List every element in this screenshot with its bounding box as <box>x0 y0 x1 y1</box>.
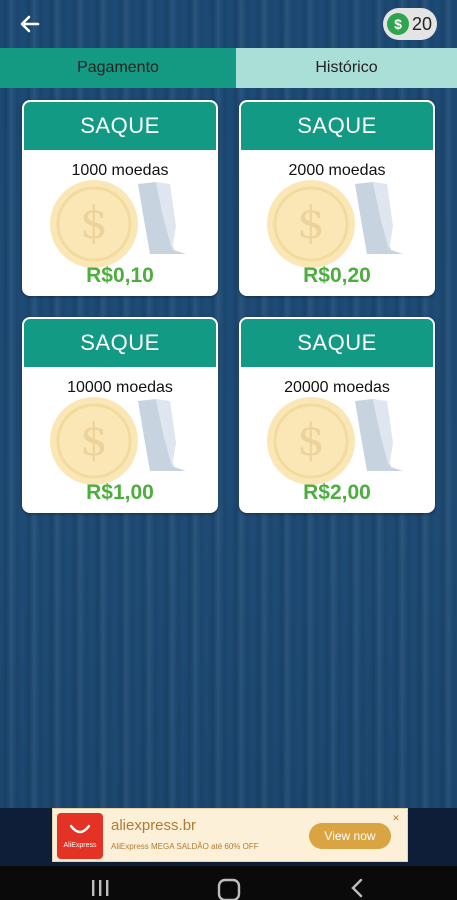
coin-balance-badge[interactable]: $ 20 <box>383 8 437 40</box>
arrow-left-icon <box>20 15 40 33</box>
coin-illustration-icon: $ <box>267 397 403 485</box>
ad-title: aliexpress.br <box>111 817 197 834</box>
smile-icon <box>69 824 91 833</box>
card-price: R$0,10 <box>86 264 154 287</box>
withdraw-card[interactable]: SAQUE $ 1000 moedas R$0,10 <box>22 100 218 296</box>
withdraw-card[interactable]: SAQUE $ 20000 moedas R$2,00 <box>239 317 435 513</box>
svg-text:$: $ <box>297 198 325 249</box>
card-title: SAQUE <box>24 102 216 150</box>
withdraw-card[interactable]: SAQUE $ 2000 moedas R$0,20 <box>239 100 435 296</box>
card-title: SAQUE <box>241 102 433 150</box>
coin-illustration-icon: $ <box>267 180 403 268</box>
aliexpress-logo-icon: AliExpress <box>57 813 103 859</box>
ad-logo-label: AliExpress <box>63 841 97 849</box>
card-coins-label: 20000 moedas <box>284 379 390 396</box>
card-title: SAQUE <box>24 319 216 367</box>
svg-text:$: $ <box>80 415 108 466</box>
home-button[interactable] <box>214 874 244 900</box>
back-nav-icon <box>351 878 363 898</box>
card-coins-label: 2000 moedas <box>288 162 386 179</box>
card-title: SAQUE <box>241 319 433 367</box>
ad-banner[interactable]: AliExpress aliexpress.br AliExpress MEGA… <box>52 808 408 862</box>
ad-close-icon[interactable]: ✕ <box>391 813 401 823</box>
ad-view-now-button[interactable]: View now <box>309 823 391 849</box>
back-button[interactable] <box>10 8 50 40</box>
card-coins-label: 1000 moedas <box>71 162 169 179</box>
coin-illustration-icon: $ <box>50 180 186 268</box>
recent-apps-button[interactable] <box>85 874 115 900</box>
ad-description: AliExpress MEGA SALDÃO até 60% OFF <box>111 842 259 851</box>
tab-historico[interactable]: Histórico <box>236 48 457 88</box>
svg-text:$: $ <box>80 198 108 249</box>
withdraw-card[interactable]: SAQUE $ 10000 moedas R$1,00 <box>22 317 218 513</box>
system-nav-bar <box>0 866 457 900</box>
card-price: R$2,00 <box>303 481 371 504</box>
back-nav-button[interactable] <box>342 874 372 900</box>
card-coins-label: 10000 moedas <box>67 379 173 396</box>
recent-apps-icon <box>92 880 109 896</box>
top-bar: $ 20 <box>0 0 457 48</box>
svg-text:$: $ <box>297 415 325 466</box>
coin-count: 20 <box>412 13 433 34</box>
tab-bar: Pagamento Histórico <box>0 48 457 88</box>
card-price: R$1,00 <box>86 481 154 504</box>
dollar-coin-icon: $ <box>387 13 409 35</box>
coin-illustration-icon: $ <box>50 397 186 485</box>
home-icon <box>217 878 241 900</box>
tab-pagamento[interactable]: Pagamento <box>0 48 236 88</box>
card-price: R$0,20 <box>303 264 371 287</box>
